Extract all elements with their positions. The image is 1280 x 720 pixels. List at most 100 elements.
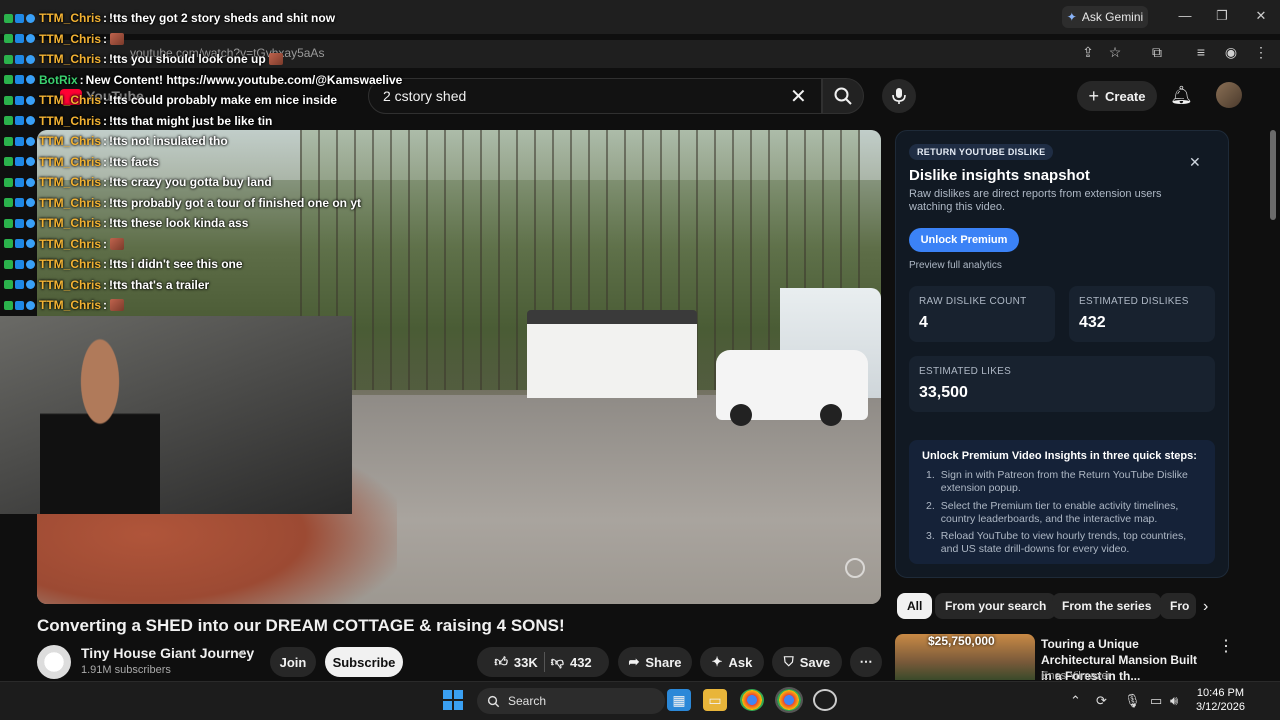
chat-badges	[4, 54, 35, 64]
ask-gemini-button[interactable]: ✦ Ask Gemini	[1062, 6, 1148, 28]
taskbar-search[interactable]: Search	[477, 688, 665, 714]
chat-message: TTM_Chris: !tts crazy you gotta buy land	[4, 172, 272, 192]
premium-step-text: Select the Premium tier to enable activi…	[940, 500, 1179, 525]
more-actions-button[interactable]: ⋯	[850, 647, 882, 677]
stream-chat-overlay: TTM_Chris: !tts they got 2 story sheds an…	[0, 0, 420, 316]
chat-message: TTM_Chris: !tts you should look one up	[4, 49, 283, 69]
chat-message: TTM_Chris:	[4, 295, 125, 315]
streamer-figure	[40, 330, 160, 514]
raw-dislike-card: RAW DISLIKE COUNT 4	[909, 286, 1055, 342]
chrome-active-icon[interactable]	[775, 687, 803, 713]
close-icon[interactable]: ✕	[1189, 154, 1201, 171]
chat-badges	[4, 116, 35, 125]
save-button[interactable]: ⛉ Save	[772, 647, 842, 677]
install-app-icon[interactable]: ⇪	[1079, 44, 1097, 62]
premium-step: 3. Reload YouTube to view hourly trends, …	[926, 530, 1196, 556]
chat-username: TTM_Chris	[39, 298, 102, 312]
preview-analytics-link[interactable]: Preview full analytics	[909, 260, 1002, 271]
estimated-dislikes-label: ESTIMATED DISLIKES	[1079, 296, 1189, 307]
like-count: 33K	[513, 654, 538, 670]
store-icon[interactable]: ▦	[667, 689, 691, 711]
chat-message: BotRix: New Content! https://www.youtube.…	[4, 70, 402, 90]
chat-message: TTM_Chris: !tts that might just be like t…	[4, 111, 272, 131]
chat-text: New Content! https://www.youtube.com/@Ka…	[85, 72, 403, 87]
sparkle-icon: ✦	[711, 654, 723, 669]
thumbnail-overlay-text: $25,750,000	[928, 634, 995, 648]
minimize-icon[interactable]: —	[1175, 8, 1195, 26]
tray-chevron-icon[interactable]: ⌃	[1070, 693, 1081, 709]
chat-text: !tts they got 2 story sheds and shit now	[109, 11, 336, 25]
like-button[interactable]: 👍︎ 33K	[494, 654, 537, 670]
clock-date: 3/12/2026	[1196, 701, 1245, 713]
ask-button[interactable]: ✦ Ask	[700, 647, 764, 677]
chat-text: !tts not insulated tho	[109, 134, 228, 148]
maximize-icon[interactable]: ❐	[1212, 8, 1232, 26]
chrome-icon[interactable]	[740, 689, 764, 711]
share-button[interactable]: ➦ Share	[618, 647, 692, 677]
chat-text: !tts that might just be like tin	[109, 113, 273, 128]
chat-text: !tts you should look one up	[109, 52, 266, 66]
chat-badges	[4, 75, 35, 84]
channel-watermark-icon[interactable]	[845, 558, 865, 578]
volume-icon[interactable]: 🔊︎	[1170, 693, 1178, 709]
chat-username: TTM_Chris	[39, 93, 102, 107]
voice-search-button[interactable]	[882, 79, 916, 113]
chat-message: TTM_Chris: !tts could probably make em ni…	[4, 90, 337, 110]
sync-icon[interactable]: ⟳	[1096, 693, 1107, 709]
thumbs-down-icon: 👎︎	[550, 654, 564, 669]
bookmark-star-icon[interactable]: ☆	[1106, 44, 1124, 62]
chat-emote-icon	[110, 32, 125, 45]
video-suv-wheel	[820, 404, 842, 426]
media-control-icon[interactable]: ≡	[1192, 44, 1210, 62]
subscriber-count: 1.91M subscribers	[81, 664, 171, 676]
channel-name[interactable]: Tiny House Giant Journey	[81, 645, 254, 661]
chat-username: TTM_Chris	[39, 154, 102, 169]
chat-badges	[4, 34, 35, 43]
chip-from-the-series[interactable]: From the series	[1052, 593, 1162, 619]
unlock-premium-button[interactable]: Unlock Premium	[909, 228, 1019, 252]
obs-icon[interactable]	[813, 689, 837, 711]
profile-icon[interactable]: ◉	[1222, 44, 1240, 62]
verified-icon: ✔	[237, 648, 247, 660]
chat-username: TTM_Chris	[39, 277, 102, 292]
microphone-tray-icon[interactable]: 🎙︎	[1124, 693, 1141, 709]
chat-badges	[4, 13, 35, 23]
chevron-right-icon[interactable]: ›	[1203, 598, 1208, 616]
join-button[interactable]: Join	[270, 647, 316, 677]
chat-message: TTM_Chris: !tts not insulated tho	[4, 131, 228, 151]
create-label: Create	[1105, 88, 1146, 104]
more-vertical-icon[interactable]: ⋮	[1218, 636, 1234, 656]
browser-menu-icon[interactable]: ⋮	[1252, 44, 1270, 62]
chip-truncated[interactable]: Fro	[1160, 593, 1196, 619]
chat-username: TTM_Chris	[39, 134, 102, 148]
dislike-count: 432	[569, 654, 592, 670]
like-divider	[543, 652, 545, 672]
search-input[interactable]: 2 cstory shed	[368, 78, 822, 114]
close-window-icon[interactable]: ✕	[1251, 8, 1271, 26]
chat-username: TTM_Chris	[39, 175, 102, 189]
windows-start-icon[interactable]	[443, 690, 463, 710]
dislike-button[interactable]: 👎︎ 432	[551, 654, 592, 670]
subscribe-button[interactable]: Subscribe	[325, 647, 403, 677]
file-explorer-icon[interactable]: ▭	[703, 689, 727, 711]
chat-badges	[4, 259, 35, 269]
account-avatar[interactable]	[1216, 82, 1242, 108]
search-button[interactable]	[822, 78, 864, 114]
chat-text: !tts these look kinda ass	[109, 216, 249, 230]
page-scrollbar[interactable]	[1270, 130, 1276, 220]
share-label: Share	[645, 654, 682, 670]
network-icon[interactable]: ▭	[1150, 693, 1162, 709]
video-title: Converting a SHED into our DREAM COTTAGE…	[37, 616, 565, 635]
microphone-icon	[892, 88, 906, 104]
chip-all[interactable]: All	[897, 593, 933, 619]
clear-search-icon[interactable]: ✕	[790, 84, 807, 109]
chip-from-your-search[interactable]: From your search	[935, 593, 1057, 619]
extensions-icon[interactable]: ⧉	[1148, 44, 1166, 62]
taskbar-clock[interactable]: 10:46 PM 3/12/2026	[1196, 686, 1245, 714]
notifications-bell-icon[interactable]: 🔔︎	[1170, 85, 1193, 106]
share-icon: ➦	[628, 654, 640, 669]
video-shed	[527, 310, 697, 398]
channel-avatar[interactable]	[37, 645, 71, 679]
chat-emote-icon	[268, 53, 283, 65]
create-button[interactable]: + Create	[1077, 81, 1157, 111]
